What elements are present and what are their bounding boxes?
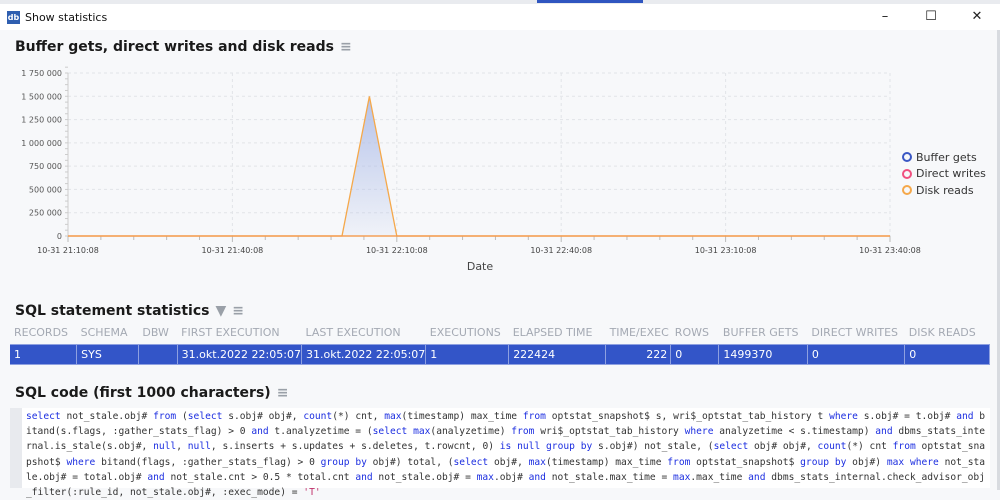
table-cell: 0: [904, 343, 990, 365]
y-tick-label: 1 500 000: [21, 92, 62, 101]
close-button[interactable]: ✕: [954, 4, 1000, 30]
table-cell: 0: [807, 343, 906, 365]
column-header[interactable]: RECORDS: [10, 322, 77, 344]
sql-code-editor[interactable]: select not_stale.obj# from (select s.obj…: [10, 408, 990, 498]
y-tick-label: 750 000: [29, 162, 62, 171]
table-cell: 1: [10, 343, 78, 365]
table-cell: 1499370: [718, 343, 808, 365]
stats-table: RECORDS SCHEMA DBW FIRST EXECUTION LAST EXEC…: [10, 322, 990, 365]
chart-menu-icon[interactable]: ≡: [340, 39, 352, 55]
stats-title: SQL statement statistics: [15, 303, 210, 319]
table-cell: 1: [425, 343, 510, 365]
y-tick-label: 1 750 000: [21, 69, 62, 78]
x-tick-label: 10-31 23:10:08: [695, 246, 757, 255]
y-tick-label: 1 000 000: [21, 139, 62, 148]
column-header[interactable]: EXECUTIONS: [426, 322, 509, 344]
chart-heading: Buffer gets, direct writes and disk read…: [15, 39, 352, 55]
chart-title: Buffer gets, direct writes and disk read…: [15, 39, 334, 55]
y-tick-label: 1 250 000: [21, 116, 62, 125]
table-row[interactable]: 1 SYS 31.okt.2022 22:05:07 31.okt.2022 22:0…: [10, 343, 990, 365]
column-header[interactable]: TIME/EXEC: [606, 322, 671, 344]
column-header[interactable]: LAST EXECUTION: [301, 322, 425, 344]
x-axis-label: Date: [467, 260, 494, 273]
y-tick-label: 250 000: [29, 209, 62, 218]
sql-heading: SQL code (first 1000 characters) ≡: [15, 385, 288, 401]
y-tick-label: 0: [57, 232, 62, 241]
app-icon: db: [7, 10, 20, 24]
table-cell: [138, 343, 178, 365]
column-header[interactable]: BUFFER GETS: [719, 322, 808, 344]
table-cell: SYS: [76, 343, 139, 365]
column-header[interactable]: DISK READS: [905, 322, 990, 344]
y-tick-label: 500 000: [29, 185, 62, 194]
x-tick-label: 10-31 23:40:08: [859, 246, 921, 255]
column-header[interactable]: DBW: [138, 322, 177, 344]
table-cell: 31.okt.2022 22:05:07: [301, 343, 427, 365]
legend-item-direct-writes[interactable]: Direct writes: [902, 166, 986, 183]
column-header[interactable]: ROWS: [671, 322, 719, 344]
column-header[interactable]: ELAPSED TIME: [509, 322, 606, 344]
table-cell: 0: [670, 343, 720, 365]
table-cell: 222: [605, 343, 672, 365]
column-header[interactable]: SCHEMA: [77, 322, 139, 344]
window-title: Show statistics: [25, 10, 108, 24]
filter-icon[interactable]: ▼: [215, 303, 226, 319]
column-header[interactable]: DIRECT WRITES: [807, 322, 904, 344]
stats-heading: SQL statement statistics ▼ ≡: [15, 303, 244, 319]
legend-item-buffer-gets[interactable]: Buffer gets: [902, 149, 986, 166]
x-tick-label: 10-31 21:10:08: [37, 246, 99, 255]
x-tick-label: 10-31 22:10:08: [366, 246, 428, 255]
sql-title: SQL code (first 1000 characters): [15, 385, 271, 401]
minimize-button[interactable]: –: [862, 4, 908, 30]
table-cell: 31.okt.2022 22:05:07: [177, 343, 302, 365]
x-tick-label: 10-31 22:40:08: [530, 246, 592, 255]
title-bar: db Show statistics – ☐ ✕: [0, 4, 1000, 30]
legend-item-disk-reads[interactable]: Disk reads: [902, 182, 986, 199]
sql-menu-icon[interactable]: ≡: [277, 385, 289, 401]
chart-legend: Buffer gets Direct writes Disk reads: [902, 149, 986, 199]
stats-menu-icon[interactable]: ≡: [232, 303, 244, 319]
maximize-button[interactable]: ☐: [908, 4, 954, 30]
x-tick-label: 10-31 21:40:08: [202, 246, 264, 255]
table-cell: 222424: [508, 343, 607, 365]
chart: 0 250 000 500 000 750 000 1 000 000 1 250 000…: [21, 66, 921, 273]
column-header[interactable]: FIRST EXECUTION: [177, 322, 301, 344]
